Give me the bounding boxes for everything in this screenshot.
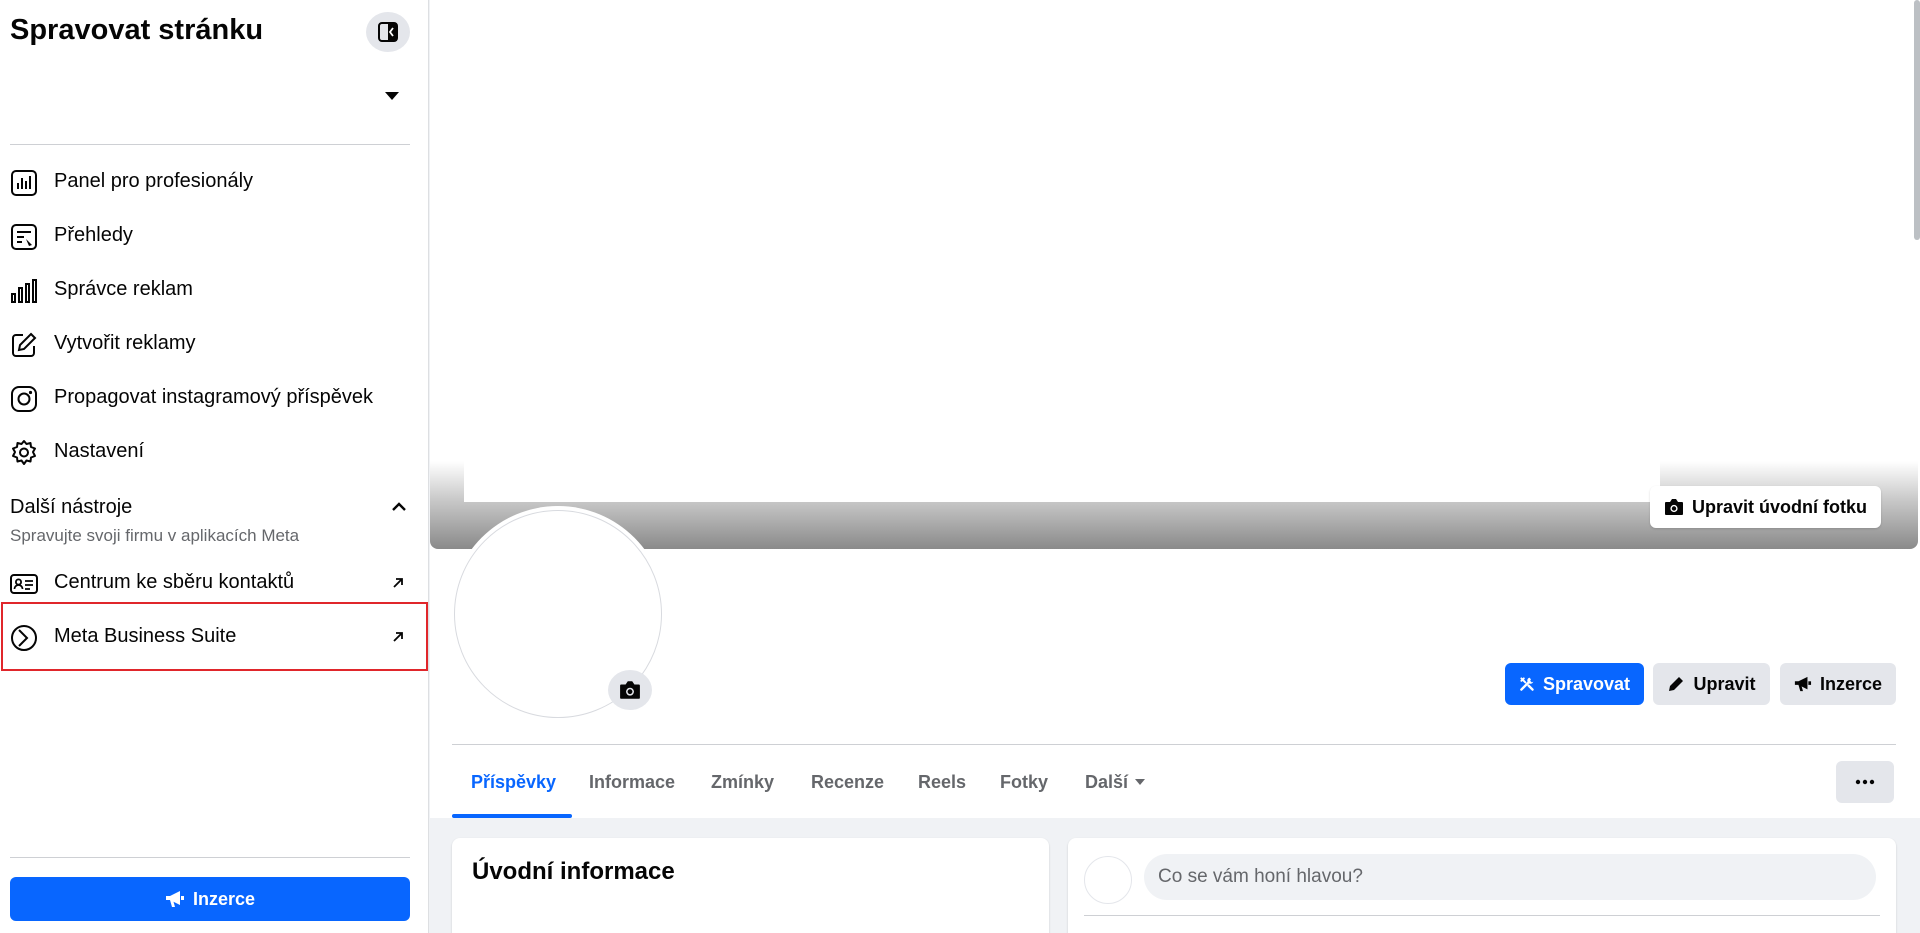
tab-posts[interactable]: Příspěvky: [471, 760, 556, 818]
edit-page-button-label: Upravit: [1693, 673, 1756, 694]
intro-title: Úvodní informace: [472, 858, 675, 885]
caret-down-icon: [385, 92, 399, 100]
composer-input[interactable]: [1144, 854, 1876, 900]
chevron-up-icon: [392, 502, 406, 511]
page-switcher-dropdown[interactable]: [380, 84, 404, 108]
more-tools-subtitle: Spravujte svoji firmu v aplikacích Meta: [10, 526, 300, 545]
collapse-more-tools-button[interactable]: [388, 496, 410, 518]
sidebar-title: Spravovat stránku: [10, 14, 264, 46]
sidebar-item-ads-manager[interactable]: Správce reklam: [0, 264, 428, 316]
tab-reviews[interactable]: Recenze: [811, 760, 884, 818]
more-options-button[interactable]: [1836, 761, 1894, 803]
edit-cover-photo-label: Upravit úvodní fotku: [1692, 496, 1867, 517]
external-link-icon: [388, 573, 408, 593]
sidebar-item-label: Centrum ke sběru kontaktů: [54, 571, 295, 593]
composer-avatar: [1084, 856, 1132, 904]
post-composer: [1068, 838, 1896, 933]
cover-photo-image: [464, 0, 1660, 502]
ellipsis-icon: [1855, 779, 1875, 785]
tab-label: Příspěvky: [471, 772, 557, 792]
profile-header: Upravit úvodní fotku Spravovat Upravit I…: [430, 0, 1920, 818]
manage-page-sidebar: Spravovat stránku Panel pro profesionály: [0, 0, 429, 933]
composer-divider: [1084, 915, 1880, 916]
tab-reels[interactable]: Reels: [918, 760, 966, 818]
active-tab-indicator: [452, 814, 572, 818]
edit-cover-photo-button[interactable]: Upravit úvodní fotku: [1650, 486, 1881, 528]
page-scrollbar[interactable]: [1914, 0, 1920, 240]
edit-page-button[interactable]: Upravit: [1653, 663, 1770, 705]
advertise-button-label: Inzerce: [1819, 673, 1882, 694]
sidebar-item-create-ads[interactable]: Vytvořit reklamy: [0, 318, 428, 370]
insights-icon: [10, 223, 38, 251]
caret-down-icon: [1135, 779, 1146, 785]
sidebar-item-label: Přehledy: [54, 224, 133, 246]
update-profile-picture-button[interactable]: [608, 670, 652, 710]
highlight-box: [1, 602, 428, 671]
tab-label: Fotky: [1000, 772, 1049, 792]
dashboard-icon: [10, 169, 38, 197]
tab-label: Informace: [589, 772, 676, 792]
camera-icon: [620, 681, 640, 699]
sidebar-item-label: Vytvořit reklamy: [54, 332, 196, 354]
intro-card: Úvodní informace: [452, 838, 1049, 933]
megaphone-icon: [1794, 676, 1812, 692]
tools-icon: [1520, 677, 1534, 691]
tab-about[interactable]: Informace: [589, 760, 675, 818]
collapse-sidebar-button[interactable]: [366, 12, 410, 52]
contact-card-icon: [10, 570, 38, 598]
tab-mentions[interactable]: Zmínky: [711, 760, 774, 818]
manage-button[interactable]: Spravovat: [1505, 663, 1644, 705]
sidebar-divider: [10, 144, 410, 145]
more-tools-heading: Další nástroje: [10, 496, 133, 518]
instagram-icon: [10, 385, 38, 413]
manage-button-label: Spravovat: [1542, 673, 1630, 694]
tab-more[interactable]: Další: [1085, 760, 1146, 818]
sidebar-item-label: Panel pro profesionály: [54, 170, 254, 192]
tab-photos[interactable]: Fotky: [1000, 760, 1048, 818]
advertise-button[interactable]: Inzerce: [1780, 663, 1896, 705]
sidebar-ads-button[interactable]: Inzerce: [10, 877, 410, 921]
pencil-square-icon: [10, 331, 38, 359]
sidebar-item-promote-instagram-post[interactable]: Propagovat instagramový příspěvek: [0, 372, 428, 424]
tab-label: Recenze: [811, 772, 885, 792]
camera-icon: [1665, 499, 1683, 515]
sidebar-ads-button-label: Inzerce: [192, 888, 256, 909]
tab-label: Zmínky: [711, 772, 775, 792]
sidebar-item-settings[interactable]: Nastavení: [0, 426, 428, 478]
sidebar-item-insights[interactable]: Přehledy: [0, 210, 428, 262]
pencil-icon: [1669, 677, 1684, 691]
gear-icon: [10, 439, 38, 467]
sidebar-toggle-icon: [378, 22, 398, 42]
sidebar-item-label: Propagovat instagramový příspěvek: [54, 386, 374, 408]
megaphone-icon: [165, 891, 184, 907]
bar-chart-icon: [10, 277, 38, 305]
tab-label: Reels: [918, 772, 967, 792]
sidebar-item-professional-dashboard[interactable]: Panel pro profesionály: [0, 156, 428, 208]
sidebar-divider: [10, 857, 410, 858]
cover-photo[interactable]: [430, 0, 1918, 549]
sidebar-item-label: Správce reklam: [54, 278, 193, 300]
tab-label: Další: [1085, 772, 1129, 792]
sidebar-item-label: Nastavení: [54, 440, 145, 462]
tabs-divider: [452, 744, 1896, 745]
page-profile-main: Upravit úvodní fotku Spravovat Upravit I…: [430, 0, 1920, 933]
